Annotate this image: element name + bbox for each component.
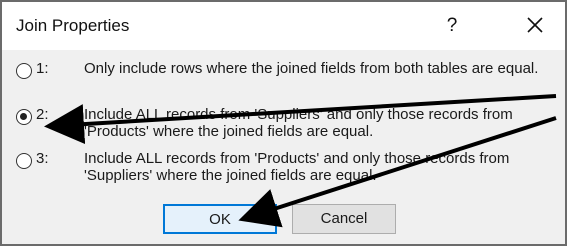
title-bar: Join Properties ? <box>2 2 565 50</box>
radio-option-3[interactable] <box>16 153 32 169</box>
close-icon <box>527 17 543 33</box>
option-number: 2: <box>36 106 49 123</box>
option-number: 3: <box>36 150 49 167</box>
option-text: Include ALL records from 'Products' and … <box>84 150 510 184</box>
radio-option-2[interactable] <box>16 109 32 125</box>
option-text: Include ALL records from 'Suppliers' and… <box>84 106 513 140</box>
dialog-title: Join Properties <box>16 16 130 35</box>
join-properties-dialog: Join Properties ? 1: Only include rows w… <box>0 0 567 246</box>
help-button[interactable]: ? <box>432 10 472 42</box>
option-text: Only include rows where the joined field… <box>84 60 539 77</box>
option-number: 1: <box>36 60 49 77</box>
cancel-button[interactable]: Cancel <box>292 204 396 234</box>
close-button[interactable] <box>514 8 556 42</box>
radio-option-1[interactable] <box>16 63 32 79</box>
ok-button[interactable]: OK <box>163 204 277 234</box>
